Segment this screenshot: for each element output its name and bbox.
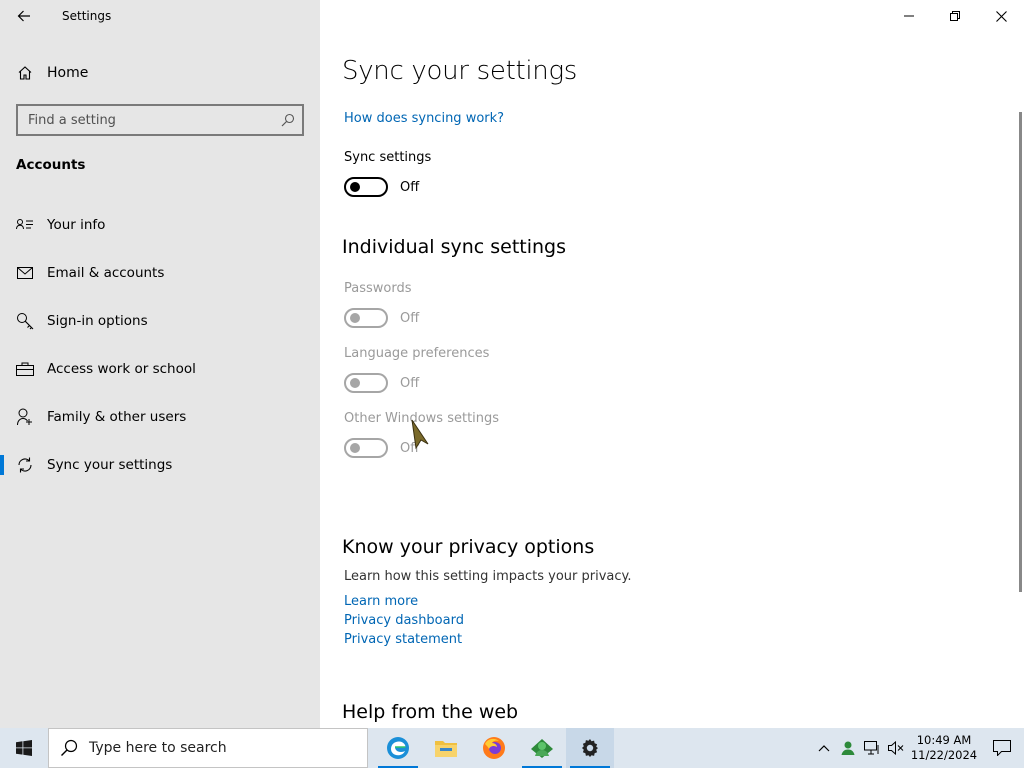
taskbar-search-box[interactable]: Type here to search	[48, 728, 368, 768]
page-title: Sync your settings	[342, 56, 578, 86]
toggle-knob	[350, 443, 360, 453]
mail-icon	[15, 263, 35, 283]
privacy-statement-link[interactable]: Privacy statement	[344, 632, 462, 647]
taskbar-settings[interactable]	[566, 728, 614, 768]
sync-settings-row: Off	[344, 177, 419, 197]
sidebar-item-label: Your info	[47, 217, 106, 233]
notification-icon	[993, 740, 1011, 756]
taskbar-clock[interactable]: 10:49 AM 11/22/2024	[908, 733, 980, 763]
sidebar-item-your-info[interactable]: Your info	[0, 205, 320, 245]
system-tray: 10:49 AM 11/22/2024	[812, 728, 1024, 768]
individual-sync-heading: Individual sync settings	[342, 236, 567, 258]
privacy-dashboard-link[interactable]: Privacy dashboard	[344, 613, 464, 628]
taskbar-edge[interactable]	[374, 728, 422, 768]
person-card-icon	[15, 215, 35, 235]
other-windows-settings-toggle[interactable]	[344, 438, 388, 458]
sync-settings-toggle[interactable]	[344, 177, 388, 197]
sidebar-item-sign-in-options[interactable]: Sign-in options	[0, 301, 320, 341]
volume-muted-icon	[888, 741, 904, 755]
person-add-icon	[15, 407, 35, 427]
toggle-knob	[350, 182, 360, 192]
passwords-row: Off	[344, 308, 419, 328]
back-arrow-icon	[17, 10, 30, 22]
main-content: Sync your settings How does syncing work…	[320, 0, 1024, 728]
language-preferences-toggle[interactable]	[344, 373, 388, 393]
toggle-knob	[350, 378, 360, 388]
volume-button[interactable]	[884, 728, 908, 768]
sidebar-item-label: Sync your settings	[47, 457, 173, 473]
chevron-up-icon	[818, 745, 830, 752]
settings-search-input[interactable]	[18, 106, 273, 134]
close-icon	[995, 10, 1007, 22]
close-button[interactable]	[978, 0, 1024, 32]
title-bar: Settings	[0, 0, 320, 32]
action-center-button[interactable]	[980, 728, 1024, 768]
key-icon	[15, 311, 35, 331]
network-button[interactable]	[860, 728, 884, 768]
toggle-state-text: Off	[400, 179, 420, 195]
accounts-heading: Accounts	[16, 157, 86, 173]
taskbar-firefox[interactable]	[470, 728, 518, 768]
folder-icon	[435, 741, 457, 757]
sidebar-item-label: Email & accounts	[47, 265, 165, 281]
mouse-cursor-icon	[411, 419, 429, 450]
search-icon[interactable]	[280, 112, 296, 128]
sidebar-item-sync-settings[interactable]: Sync your settings	[0, 445, 320, 485]
home-label: Home	[47, 65, 89, 81]
firefox-icon	[483, 737, 505, 759]
user-tray-icon	[841, 741, 855, 755]
language-preferences-row: Off	[344, 373, 419, 393]
home-icon	[16, 64, 34, 82]
sidebar-item-label: Sign-in options	[47, 313, 148, 329]
language-preferences-label: Language preferences	[344, 346, 490, 361]
privacy-description: Learn how this setting impacts your priv…	[344, 569, 632, 584]
sync-settings-label: Sync settings	[344, 150, 432, 165]
sidebar: Settings Home Accounts Your info Email &…	[0, 0, 320, 728]
taskbar-search-text: Type here to search	[89, 740, 227, 756]
sidebar-item-access-work[interactable]: Access work or school	[0, 349, 320, 389]
sidebar-item-label: Access work or school	[47, 361, 196, 377]
taskbar-apps	[374, 728, 614, 768]
sidebar-item-family-users[interactable]: Family & other users	[0, 397, 320, 437]
search-icon	[49, 739, 89, 757]
edge-browser-icon	[387, 737, 409, 759]
toggle-state-text: Off	[400, 310, 420, 326]
clock-time: 10:49 AM	[916, 733, 972, 747]
people-app-icon	[531, 739, 553, 758]
how-syncing-works-link[interactable]: How does syncing work?	[344, 111, 504, 126]
sync-icon	[15, 455, 35, 475]
home-nav-item[interactable]: Home	[16, 62, 88, 84]
restore-icon	[950, 11, 960, 21]
passwords-toggle[interactable]	[344, 308, 388, 328]
settings-search-box[interactable]	[16, 104, 304, 136]
briefcase-icon	[15, 359, 35, 379]
show-hidden-icons-button[interactable]	[812, 728, 836, 768]
passwords-label: Passwords	[344, 281, 412, 296]
other-windows-settings-row: Off	[344, 438, 419, 458]
taskbar-file-explorer[interactable]	[422, 728, 470, 768]
privacy-heading: Know your privacy options	[342, 536, 595, 558]
start-button[interactable]	[0, 728, 48, 768]
sidebar-item-label: Family & other users	[47, 409, 187, 425]
restore-button[interactable]	[932, 0, 978, 32]
windows-logo-icon	[16, 740, 32, 756]
sidebar-item-email-accounts[interactable]: Email & accounts	[0, 253, 320, 293]
gear-icon	[582, 739, 598, 757]
scrollbar[interactable]	[1019, 112, 1022, 592]
taskbar: Type here to search 10:49 AM 11/22/2024	[0, 728, 1024, 768]
tray-people-button[interactable]	[836, 728, 860, 768]
network-icon	[864, 741, 879, 755]
clock-date: 11/22/2024	[910, 748, 978, 762]
app-title: Settings	[62, 9, 112, 23]
taskbar-app-green[interactable]	[518, 728, 566, 768]
minimize-icon	[904, 15, 914, 17]
back-button[interactable]	[12, 4, 36, 28]
toggle-knob	[350, 313, 360, 323]
learn-more-link[interactable]: Learn more	[344, 594, 418, 609]
help-heading: Help from the web	[342, 701, 519, 723]
toggle-state-text: Off	[400, 375, 420, 391]
window-controls	[886, 0, 1024, 32]
minimize-button[interactable]	[886, 0, 932, 32]
